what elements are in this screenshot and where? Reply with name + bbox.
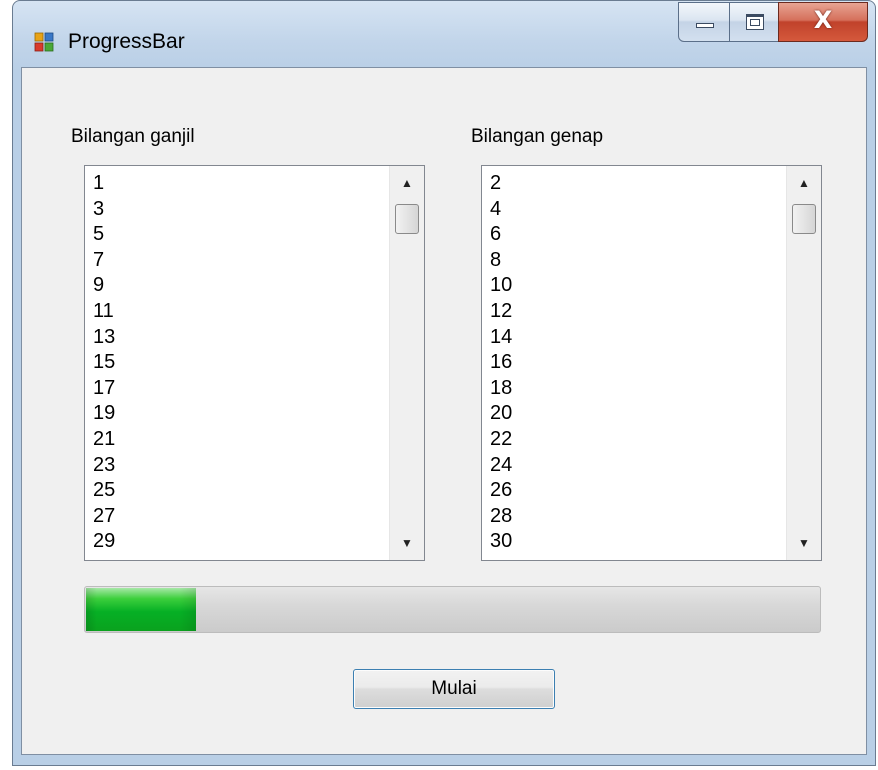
list-item[interactable]: 17 <box>93 376 383 402</box>
list-item[interactable]: 18 <box>490 376 780 402</box>
list-item[interactable]: 5 <box>93 222 383 248</box>
list-item[interactable]: 27 <box>93 504 383 530</box>
odd-list-scrollbar[interactable]: ▲ ▼ <box>389 166 424 560</box>
list-item[interactable]: 4 <box>490 197 780 223</box>
minimize-button[interactable] <box>678 2 730 42</box>
even-numbers-listbox[interactable]: 2 4 6 8 10 12 14 16 18 20 22 24 26 28 30 ▲ ▼ <box>481 165 822 561</box>
list-item[interactable]: 12 <box>490 299 780 325</box>
scroll-down-arrow-icon[interactable]: ▼ <box>390 526 424 560</box>
list-item[interactable]: 8 <box>490 248 780 274</box>
list-item[interactable]: 10 <box>490 273 780 299</box>
list-item[interactable]: 9 <box>93 273 383 299</box>
minimize-icon <box>696 23 714 28</box>
scroll-up-arrow-icon[interactable]: ▲ <box>787 166 821 200</box>
form-client-area: Bilangan ganjil Bilangan genap 1 3 5 7 9 11 13… <box>21 67 867 755</box>
list-item[interactable]: 15 <box>93 350 383 376</box>
window-title: ProgressBar <box>68 30 185 53</box>
list-item[interactable]: 16 <box>490 350 780 376</box>
list-item[interactable]: 14 <box>490 325 780 351</box>
main-window: ProgressBar X Bilangan ganjil Bilangan g… <box>12 0 876 766</box>
list-item[interactable]: 13 <box>93 325 383 351</box>
list-item[interactable]: 21 <box>93 427 383 453</box>
list-item[interactable]: 28 <box>490 504 780 530</box>
close-button[interactable]: X <box>778 2 868 42</box>
odd-numbers-label: Bilangan ganjil <box>71 126 195 147</box>
even-numbers-items: 2 4 6 8 10 12 14 16 18 20 22 24 26 28 30 <box>490 171 780 555</box>
list-item[interactable]: 1 <box>93 171 383 197</box>
list-item[interactable]: 7 <box>93 248 383 274</box>
list-item[interactable]: 23 <box>93 453 383 479</box>
list-item[interactable]: 30 <box>490 529 780 555</box>
list-item[interactable]: 3 <box>93 197 383 223</box>
odd-numbers-items: 1 3 5 7 9 11 13 15 17 19 21 23 25 27 29 <box>93 171 383 555</box>
list-item[interactable]: 20 <box>490 401 780 427</box>
progress-bar <box>84 586 821 633</box>
scroll-thumb[interactable] <box>792 204 816 234</box>
scroll-down-arrow-icon[interactable]: ▼ <box>787 526 821 560</box>
even-numbers-label: Bilangan genap <box>471 126 604 147</box>
list-item[interactable]: 19 <box>93 401 383 427</box>
list-item[interactable]: 11 <box>93 299 383 325</box>
even-list-scrollbar[interactable]: ▲ ▼ <box>786 166 821 560</box>
list-item[interactable]: 29 <box>93 529 383 555</box>
scroll-thumb[interactable] <box>395 204 419 234</box>
start-button[interactable]: Mulai <box>353 669 555 709</box>
maximize-button[interactable] <box>729 2 779 42</box>
app-icon <box>34 32 54 52</box>
list-item[interactable]: 24 <box>490 453 780 479</box>
close-icon: X <box>813 6 833 34</box>
list-item[interactable]: 2 <box>490 171 780 197</box>
list-item[interactable]: 6 <box>490 222 780 248</box>
list-item[interactable]: 22 <box>490 427 780 453</box>
list-item[interactable]: 26 <box>490 478 780 504</box>
list-item[interactable]: 25 <box>93 478 383 504</box>
progress-fill <box>86 588 197 631</box>
title-bar[interactable]: ProgressBar X <box>13 1 875 67</box>
scroll-up-arrow-icon[interactable]: ▲ <box>390 166 424 200</box>
maximize-icon <box>746 14 764 30</box>
odd-numbers-listbox[interactable]: 1 3 5 7 9 11 13 15 17 19 21 23 25 27 29 ▲ ▼ <box>84 165 425 561</box>
